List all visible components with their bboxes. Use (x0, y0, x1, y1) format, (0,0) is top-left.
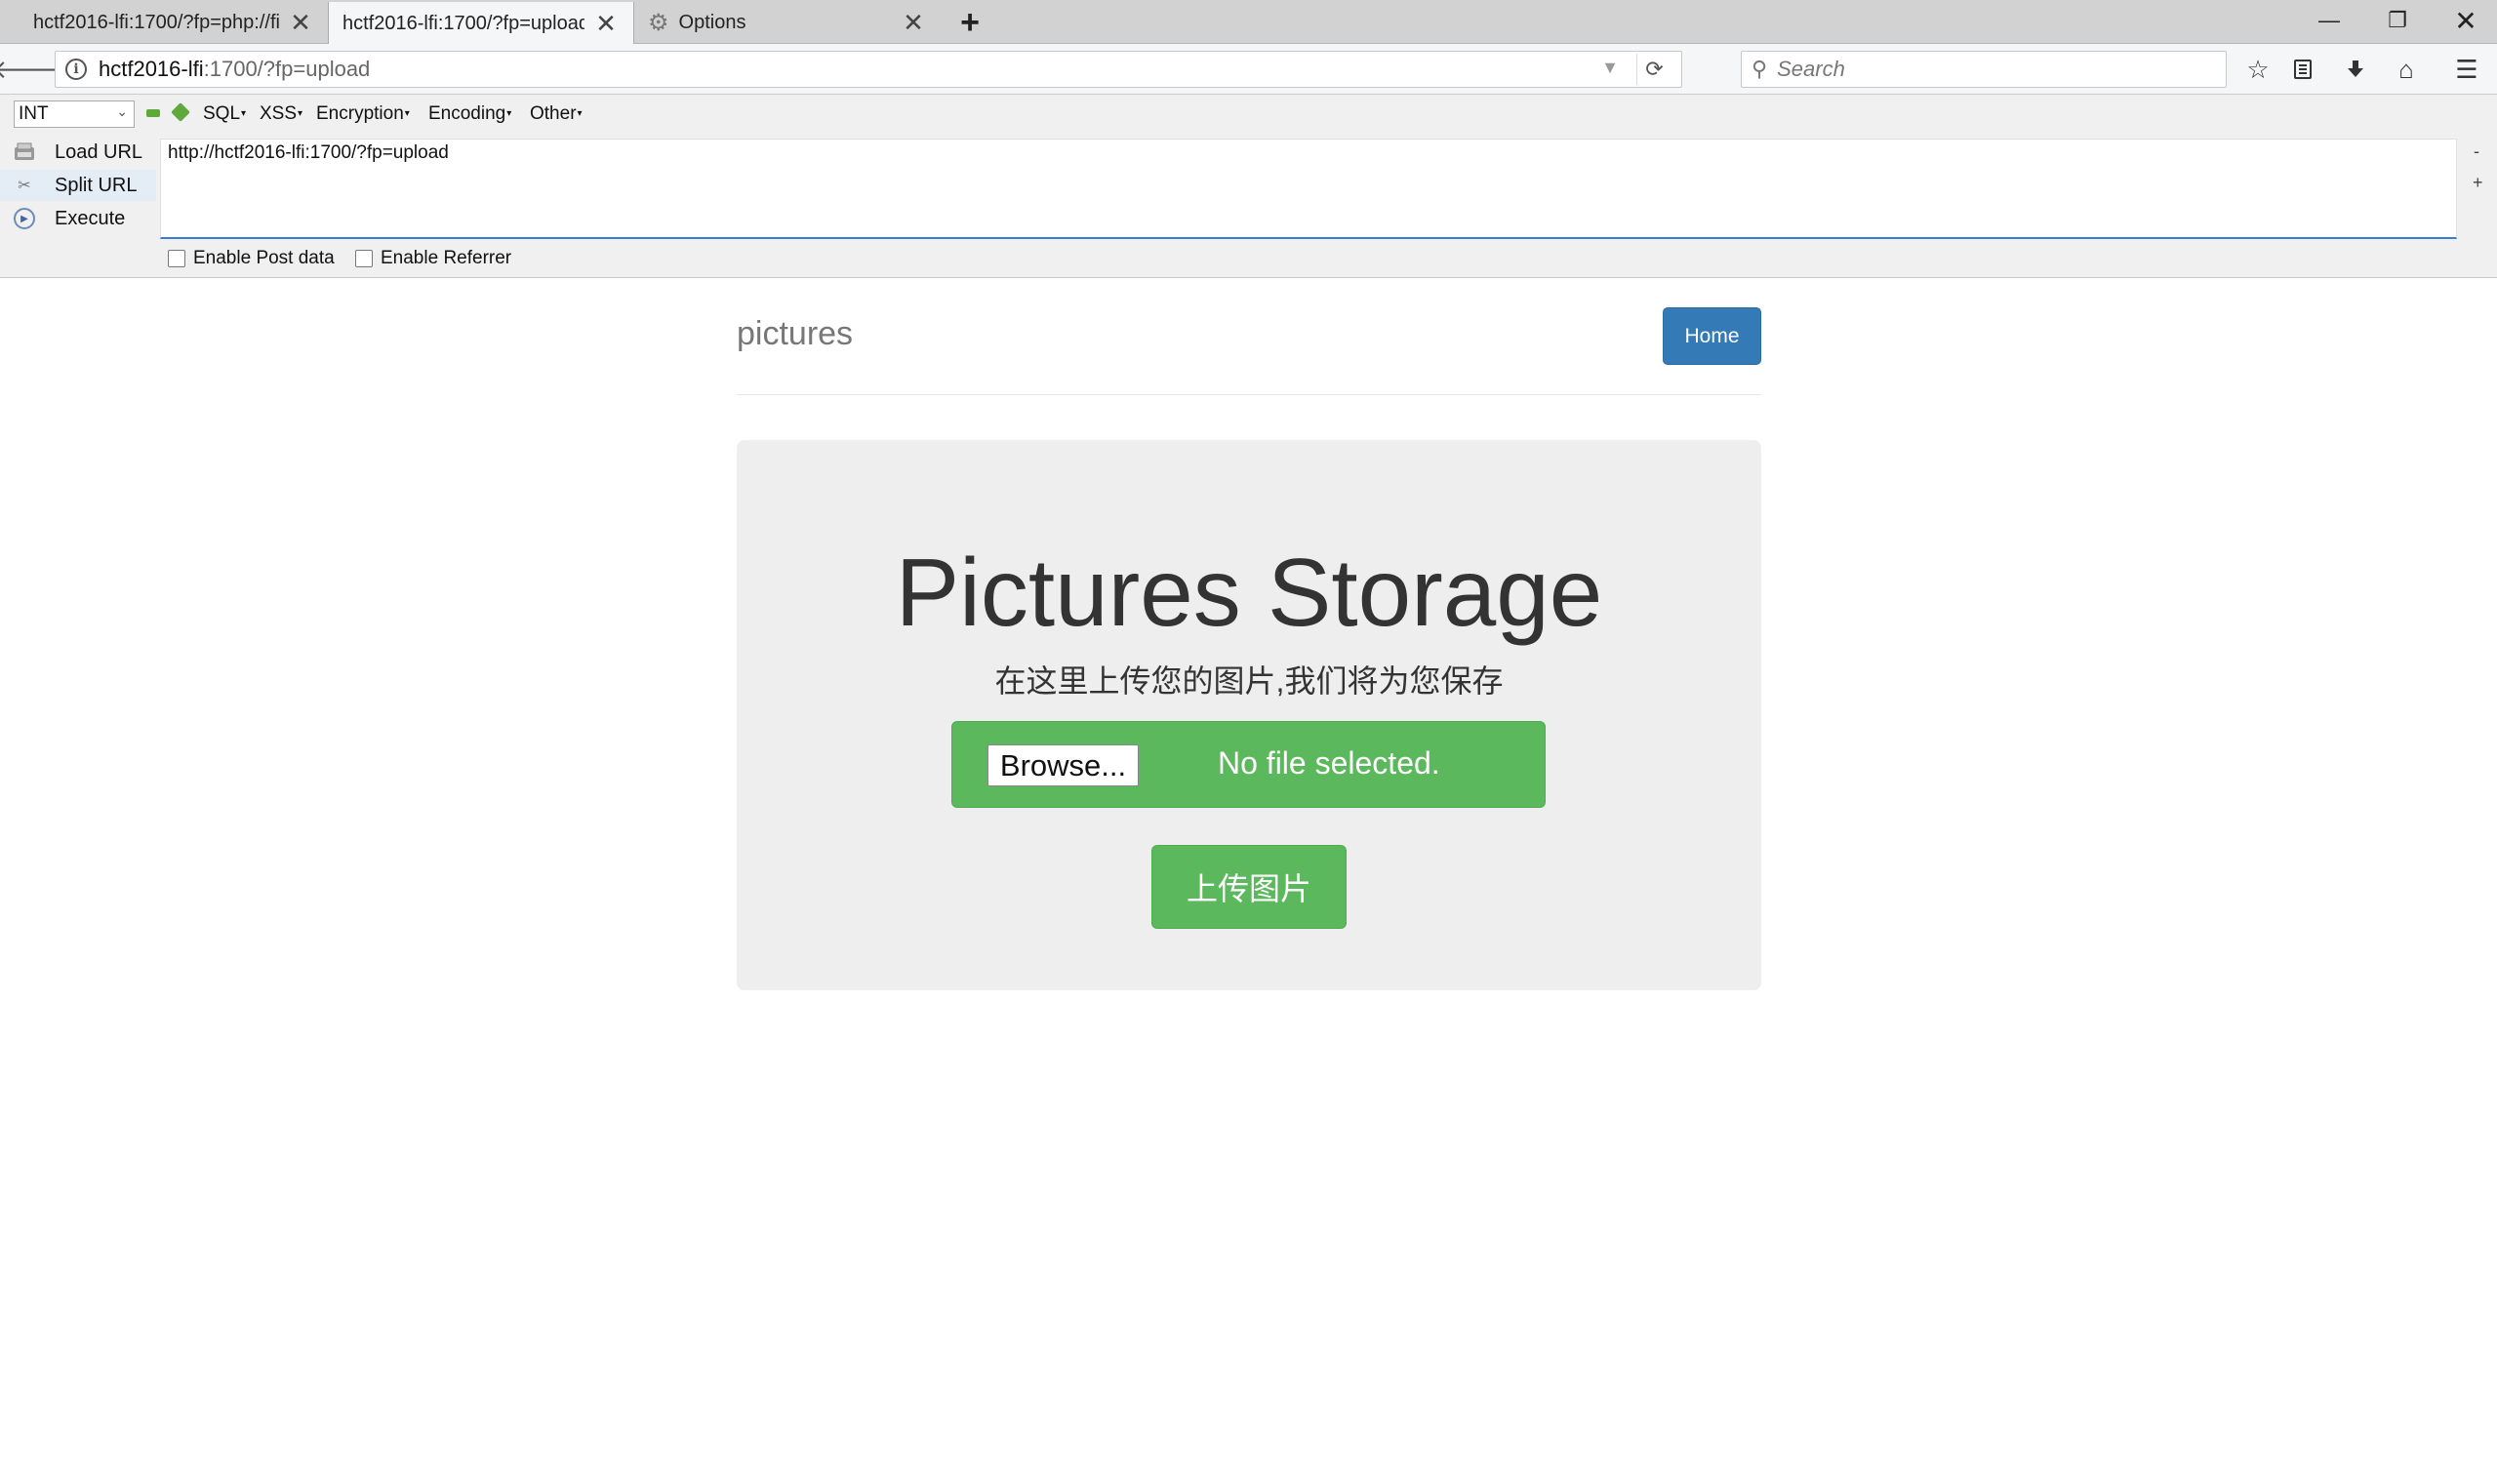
tab-php-filter[interactable]: hctf2016-lfi:1700/?fp=php://fi ✕ (0, 2, 328, 44)
checkbox-label: Enable Post data (193, 248, 335, 268)
navigation-bar: 🡐 i hctf2016-lfi:1700/?fp=upload ▼ ⟳ ⚲ ☆… (0, 44, 2497, 95)
address-bar[interactable]: i hctf2016-lfi:1700/?fp=upload ▼ ⟳ (55, 51, 1682, 88)
back-arrow-icon[interactable]: 🡐 (0, 53, 60, 86)
scissors-icon: ✂ (18, 178, 31, 194)
site-brand: pictures (737, 315, 854, 352)
close-icon[interactable]: ✕ (287, 8, 314, 37)
search-bar[interactable]: ⚲ (1741, 51, 2227, 88)
tab-label: hctf2016-lfi:1700/?fp=upload (342, 12, 584, 34)
split-url-label: Split URL (55, 174, 138, 196)
new-tab-button[interactable]: + (952, 4, 987, 41)
home-button[interactable]: Home (1663, 307, 1761, 365)
enable-referrer-checkbox[interactable]: Enable Referrer (355, 248, 511, 269)
checkbox-label: Enable Referrer (381, 248, 512, 268)
page-subtitle: 在这里上传您的图片,我们将为您保存 (994, 663, 1504, 699)
download-icon[interactable] (2336, 53, 2375, 86)
shrink-textarea-button[interactable]: - (2474, 141, 2479, 162)
reader-list-icon[interactable] (2283, 53, 2322, 86)
search-input[interactable] (1777, 57, 2188, 82)
chevron-down-icon[interactable]: ▼ (1601, 58, 1619, 78)
header-divider (737, 394, 1761, 395)
menu-encoding[interactable]: Encoding▾ (428, 103, 511, 125)
play-icon: ▶ (14, 208, 35, 229)
bookmark-star-icon[interactable]: ☆ (2238, 53, 2277, 86)
menu-icon[interactable]: ☰ (2447, 53, 2486, 86)
page-title: Pictures Storage (895, 539, 1603, 646)
upload-button[interactable]: 上传图片 (1151, 845, 1347, 929)
gear-icon: ⚙ (648, 10, 669, 36)
tab-upload[interactable]: hctf2016-lfi:1700/?fp=upload ✕ (328, 2, 634, 45)
url-host: hctf2016-lfi (99, 57, 204, 81)
checkbox-box[interactable] (168, 250, 185, 267)
hackbar-url-textarea[interactable]: http://hctf2016-lfi:1700/?fp=upload (160, 139, 2457, 239)
increase-icon[interactable] (171, 102, 190, 122)
enable-post-data-checkbox[interactable]: Enable Post data (168, 248, 335, 269)
tab-label: Options (678, 12, 746, 33)
load-url-icon (14, 141, 35, 163)
file-input[interactable]: Browse... No file selected. (951, 721, 1546, 808)
grow-textarea-button[interactable]: + (2473, 173, 2483, 193)
split-url-button[interactable]: ✂ Split URL (0, 170, 156, 201)
type-select-value: INT (19, 103, 49, 124)
window-restore-button[interactable]: ❐ (2363, 0, 2432, 41)
tab-options[interactable]: ⚙ Options ✕ (634, 2, 941, 44)
execute-button[interactable]: ▶ Execute (0, 203, 156, 234)
load-url-label: Load URL (55, 140, 143, 163)
menu-xss[interactable]: XSS▾ (260, 103, 302, 125)
window-close-button[interactable]: ✕ (2432, 0, 2497, 41)
url-path: :1700/?fp=upload (203, 57, 371, 81)
type-select[interactable]: INT ⌄ (14, 100, 135, 128)
decrease-icon[interactable] (146, 109, 160, 117)
browse-button[interactable]: Browse... (987, 744, 1139, 786)
chevron-down-icon: ⌄ (116, 103, 128, 119)
tab-strip: hctf2016-lfi:1700/?fp=php://fi ✕ hctf201… (0, 0, 2497, 45)
file-status-text: No file selected. (1218, 745, 1440, 781)
menu-encryption[interactable]: Encryption▾ (316, 103, 410, 125)
home-icon[interactable]: ⌂ (2387, 53, 2426, 86)
execute-label: Execute (55, 207, 126, 229)
reload-icon[interactable]: ⟳ (1636, 54, 1671, 85)
jumbotron: Pictures Storage 在这里上传您的图片,我们将为您保存 Brows… (737, 440, 1761, 990)
close-icon[interactable]: ✕ (900, 8, 927, 37)
menu-sql[interactable]: SQL▾ (203, 103, 246, 125)
hackbar-panel: INT ⌄ SQL▾ XSS▾ Encryption▾ Encoding▾ Ot… (0, 95, 2497, 278)
search-icon: ⚲ (1752, 57, 1768, 81)
info-icon[interactable]: i (65, 59, 87, 80)
tab-label: hctf2016-lfi:1700/?fp=php://fi (33, 12, 279, 33)
web-page: pictures Home Pictures Storage 在这里上传您的图片… (0, 279, 2497, 1484)
menu-other[interactable]: Other▾ (530, 103, 583, 125)
window-minimize-button[interactable]: — (2295, 0, 2363, 41)
close-icon[interactable]: ✕ (592, 9, 620, 38)
load-url-button[interactable]: Load URL (0, 137, 156, 168)
checkbox-box[interactable] (355, 250, 373, 267)
